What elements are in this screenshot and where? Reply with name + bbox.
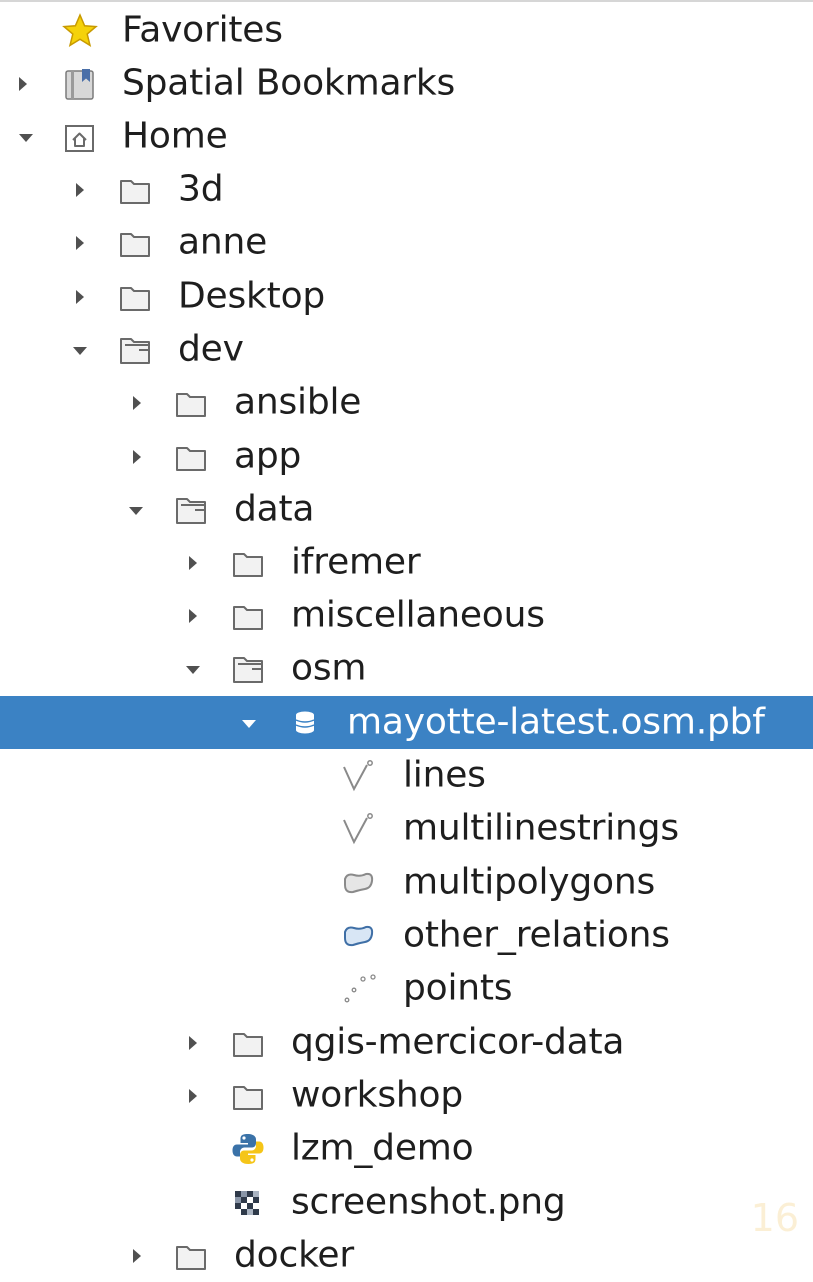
tree-item-label: 3d (178, 167, 224, 209)
tree-item-layer-lines[interactable]: lines (0, 749, 813, 802)
tree-item-label: Home (122, 114, 228, 156)
tree-item-label: workshop (291, 1073, 463, 1115)
tree-item-favorites[interactable]: Favorites (0, 4, 813, 57)
collapse-arrow-icon[interactable] (129, 506, 143, 515)
tree-item-folder-osm[interactable]: osm (0, 642, 813, 695)
expand-arrow-icon[interactable] (76, 182, 84, 197)
expand-arrow-icon[interactable] (189, 1035, 197, 1050)
tree-item-label: dev (178, 327, 244, 369)
tree-item-file-pbf-selected[interactable]: mayotte-latest.osm.pbf (0, 696, 813, 749)
expand-arrow-icon[interactable] (133, 1248, 141, 1263)
tree-item-file-screenshot-png[interactable]: screenshot.png (0, 1176, 813, 1229)
polygon-layer-icon (340, 918, 376, 954)
tree-item-layer-other-relations[interactable]: other_relations (0, 909, 813, 962)
tree-item-label: anne (178, 220, 268, 262)
database-icon (287, 705, 323, 741)
tree-item-folder-data[interactable]: data (0, 483, 813, 536)
tree-item-layer-multipolygons[interactable]: multipolygons (0, 856, 813, 909)
line-layer-icon (340, 811, 376, 847)
tree-item-label: osm (291, 646, 367, 688)
tree-item-file-lzm-demo[interactable]: lzm_demo (0, 1122, 813, 1175)
star-icon (62, 12, 98, 49)
tree-item-layer-multilinestrings[interactable]: multilinestrings (0, 802, 813, 855)
folder-icon (117, 279, 153, 315)
tree-item-folder-workshop[interactable]: workshop (0, 1069, 813, 1122)
folder-open-icon (117, 332, 153, 368)
expand-arrow-icon[interactable] (133, 449, 141, 464)
tree-item-label: multilinestrings (403, 806, 679, 848)
tree-item-folder-3d[interactable]: 3d (0, 163, 813, 216)
tree-item-label: qgis-mercicor-data (291, 1020, 625, 1062)
tree-item-folder-docker[interactable]: docker (0, 1229, 813, 1282)
tree-item-spatial-bookmarks[interactable]: Spatial Bookmarks (0, 57, 813, 110)
tree-item-folder-anne[interactable]: anne (0, 216, 813, 269)
expand-arrow-icon[interactable] (189, 1088, 197, 1103)
panel-top-border (0, 0, 813, 2)
page-number-watermark: 16 (750, 1196, 799, 1240)
tree-item-label: mayotte-latest.osm.pbf (347, 700, 765, 742)
line-layer-icon (340, 758, 376, 794)
tree-item-label: screenshot.png (291, 1180, 566, 1222)
tree-item-label: data (234, 487, 315, 529)
expand-arrow-icon[interactable] (76, 289, 84, 304)
collapse-arrow-icon[interactable] (186, 665, 200, 674)
folder-icon (230, 598, 266, 634)
tree-item-label: app (234, 434, 302, 476)
tree-item-folder-ansible[interactable]: ansible (0, 376, 813, 429)
tree-item-folder-app[interactable]: app (0, 430, 813, 483)
raster-image-icon (230, 1185, 266, 1221)
folder-icon (230, 1078, 266, 1114)
folder-icon (230, 1025, 266, 1061)
tree-item-label: ansible (234, 380, 362, 422)
folder-icon (173, 439, 209, 475)
tree-item-label: lzm_demo (291, 1126, 474, 1168)
folder-icon (230, 545, 266, 581)
bookmark-book-icon (62, 66, 98, 102)
tree-item-label: points (403, 966, 513, 1008)
folder-icon (173, 385, 209, 421)
point-layer-icon (340, 971, 376, 1007)
collapse-arrow-icon[interactable] (19, 133, 33, 142)
tree-item-folder-dev[interactable]: dev (0, 323, 813, 376)
tree-item-label: Favorites (122, 8, 283, 50)
expand-arrow-icon[interactable] (19, 76, 27, 91)
tree-item-folder-ifremer[interactable]: ifremer (0, 536, 813, 589)
tree-item-label: docker (234, 1233, 354, 1275)
tree-item-layer-points[interactable]: points (0, 962, 813, 1015)
expand-arrow-icon[interactable] (189, 608, 197, 623)
folder-icon (173, 1238, 209, 1274)
tree-item-label: Spatial Bookmarks (122, 61, 456, 103)
tree-item-label: miscellaneous (291, 593, 545, 635)
python-icon (230, 1131, 266, 1167)
folder-icon (117, 172, 153, 208)
collapse-arrow-icon[interactable] (242, 719, 256, 728)
polygon-layer-icon (340, 865, 376, 901)
tree-item-folder-miscellaneous[interactable]: miscellaneous (0, 589, 813, 642)
tree-item-label: lines (403, 753, 486, 795)
tree-item-home[interactable]: Home (0, 110, 813, 163)
tree-item-folder-qgis-mercicor-data[interactable]: qgis-mercicor-data (0, 1016, 813, 1069)
home-folder-icon (62, 119, 98, 155)
expand-arrow-icon[interactable] (133, 395, 141, 410)
expand-arrow-icon[interactable] (76, 235, 84, 250)
tree-item-label: multipolygons (403, 860, 656, 902)
folder-open-icon (230, 651, 266, 687)
collapse-arrow-icon[interactable] (73, 346, 87, 355)
tree-item-label: other_relations (403, 913, 670, 955)
expand-arrow-icon[interactable] (189, 555, 197, 570)
folder-icon (117, 225, 153, 261)
tree-item-folder-desktop[interactable]: Desktop (0, 270, 813, 323)
tree-item-label: Desktop (178, 274, 326, 316)
tree-item-label: ifremer (291, 540, 421, 582)
folder-open-icon (173, 492, 209, 528)
